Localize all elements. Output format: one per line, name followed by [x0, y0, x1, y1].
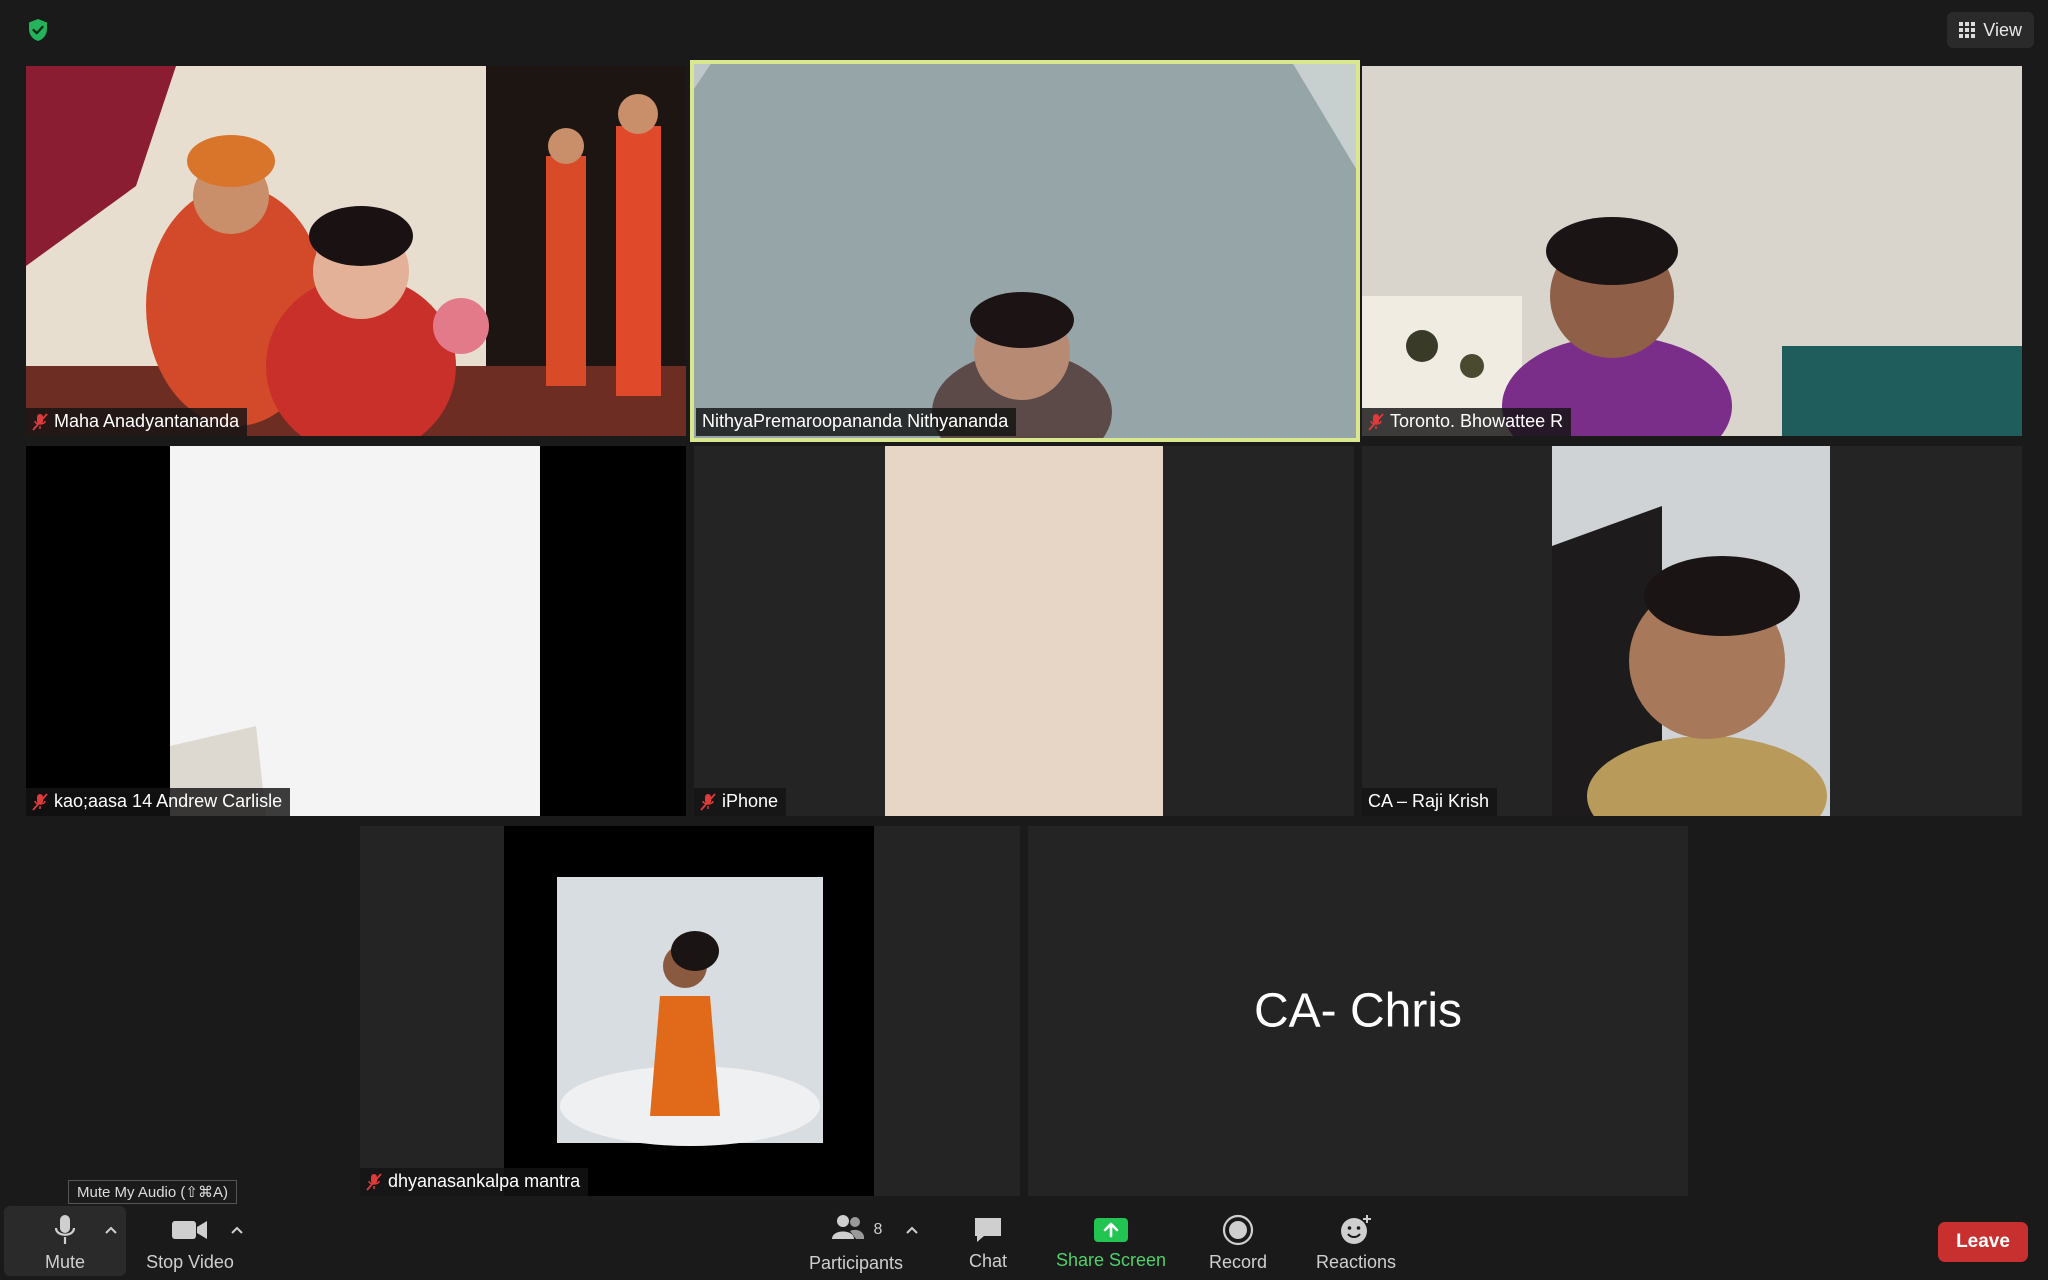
participants-icon-group: 8 [830, 1213, 883, 1247]
mic-muted-icon [1368, 412, 1384, 431]
participant-video [1362, 66, 2022, 436]
participant-name-tag: CA – Raji Krish [1362, 788, 1498, 816]
video-tile-nithyapremaroopananda[interactable]: NithyaPremaroopananda Nithyananda [690, 60, 1360, 442]
leave-button[interactable]: Leave [1938, 1222, 2028, 1262]
chat-button[interactable]: Chat [956, 1206, 1020, 1280]
reactions-button[interactable]: Reactions [1310, 1206, 1402, 1280]
video-options-chevron-up-icon[interactable] [229, 1224, 245, 1236]
participant-name-tag: Toronto. Bhowattee R [1362, 408, 1572, 436]
video-tile-andrew-carlisle[interactable]: kao;aasa 14 Andrew Carlisle [26, 446, 686, 816]
participant-name-tag: Maha Anadyantananda [26, 408, 248, 436]
video-tile-toronto-bhowattee[interactable]: Toronto. Bhowattee R [1362, 66, 2022, 436]
participant-video [26, 446, 686, 816]
chat-bubble-icon [975, 1217, 1001, 1242]
mic-muted-icon [32, 792, 48, 811]
participants-icon [831, 1214, 864, 1239]
video-tile-raji-krish[interactable]: CA – Raji Krish [1362, 446, 2022, 816]
mic-muted-icon [32, 412, 48, 431]
security-shield-icon[interactable] [26, 18, 50, 42]
participant-name-tag: NithyaPremaroopananda Nithyananda [696, 408, 1017, 436]
mute-button[interactable]: Mute [30, 1206, 100, 1280]
participant-display-name: CA- Chris [1253, 984, 1462, 1038]
mic-muted-icon [366, 1172, 382, 1191]
mute-tooltip: Mute My Audio (⇧⌘A) [68, 1180, 237, 1204]
participant-count: 8 [873, 1220, 883, 1238]
video-tile-maha[interactable]: Maha Anadyantananda [26, 66, 686, 436]
participant-video [26, 66, 686, 436]
microphone-icon [54, 1214, 76, 1244]
participant-video [360, 826, 1020, 1196]
grid-icon [1959, 22, 1976, 38]
record-button[interactable]: Record [1202, 1206, 1274, 1280]
view-label: View [1983, 19, 2022, 40]
participants-options-chevron-up-icon[interactable] [904, 1224, 920, 1236]
reactions-smiley-icon [1341, 1214, 1371, 1244]
share-screen-icon [1094, 1217, 1128, 1242]
video-tile-iphone[interactable]: iPhone [694, 446, 1354, 816]
video-tile-dhyanasankalpa-mantra[interactable]: dhyanasankalpa mantra [360, 826, 1020, 1196]
stop-video-button[interactable]: Stop Video [140, 1206, 240, 1280]
participant-name-tag: iPhone [694, 788, 787, 816]
top-bar: View [0, 0, 2048, 60]
meeting-toolbar: Mute Stop Video 8 Participants Chat Shar… [0, 1206, 2048, 1280]
share-screen-button[interactable]: Share Screen [1052, 1206, 1170, 1280]
participant-name-tag: dhyanasankalpa mantra [360, 1168, 589, 1196]
participants-button[interactable]: 8 Participants [800, 1206, 912, 1280]
view-button[interactable]: View [1947, 12, 2034, 48]
mic-muted-icon [700, 792, 716, 811]
video-camera-icon [172, 1220, 207, 1239]
participant-video [1362, 446, 2022, 816]
participant-name-tag: kao;aasa 14 Andrew Carlisle [26, 788, 291, 816]
participant-video [692, 62, 1358, 440]
record-icon [1222, 1214, 1254, 1245]
video-tile-ca-chris[interactable]: CA- Chris [1028, 826, 1688, 1196]
participant-video [694, 446, 1354, 816]
audio-options-chevron-up-icon[interactable] [103, 1224, 119, 1236]
